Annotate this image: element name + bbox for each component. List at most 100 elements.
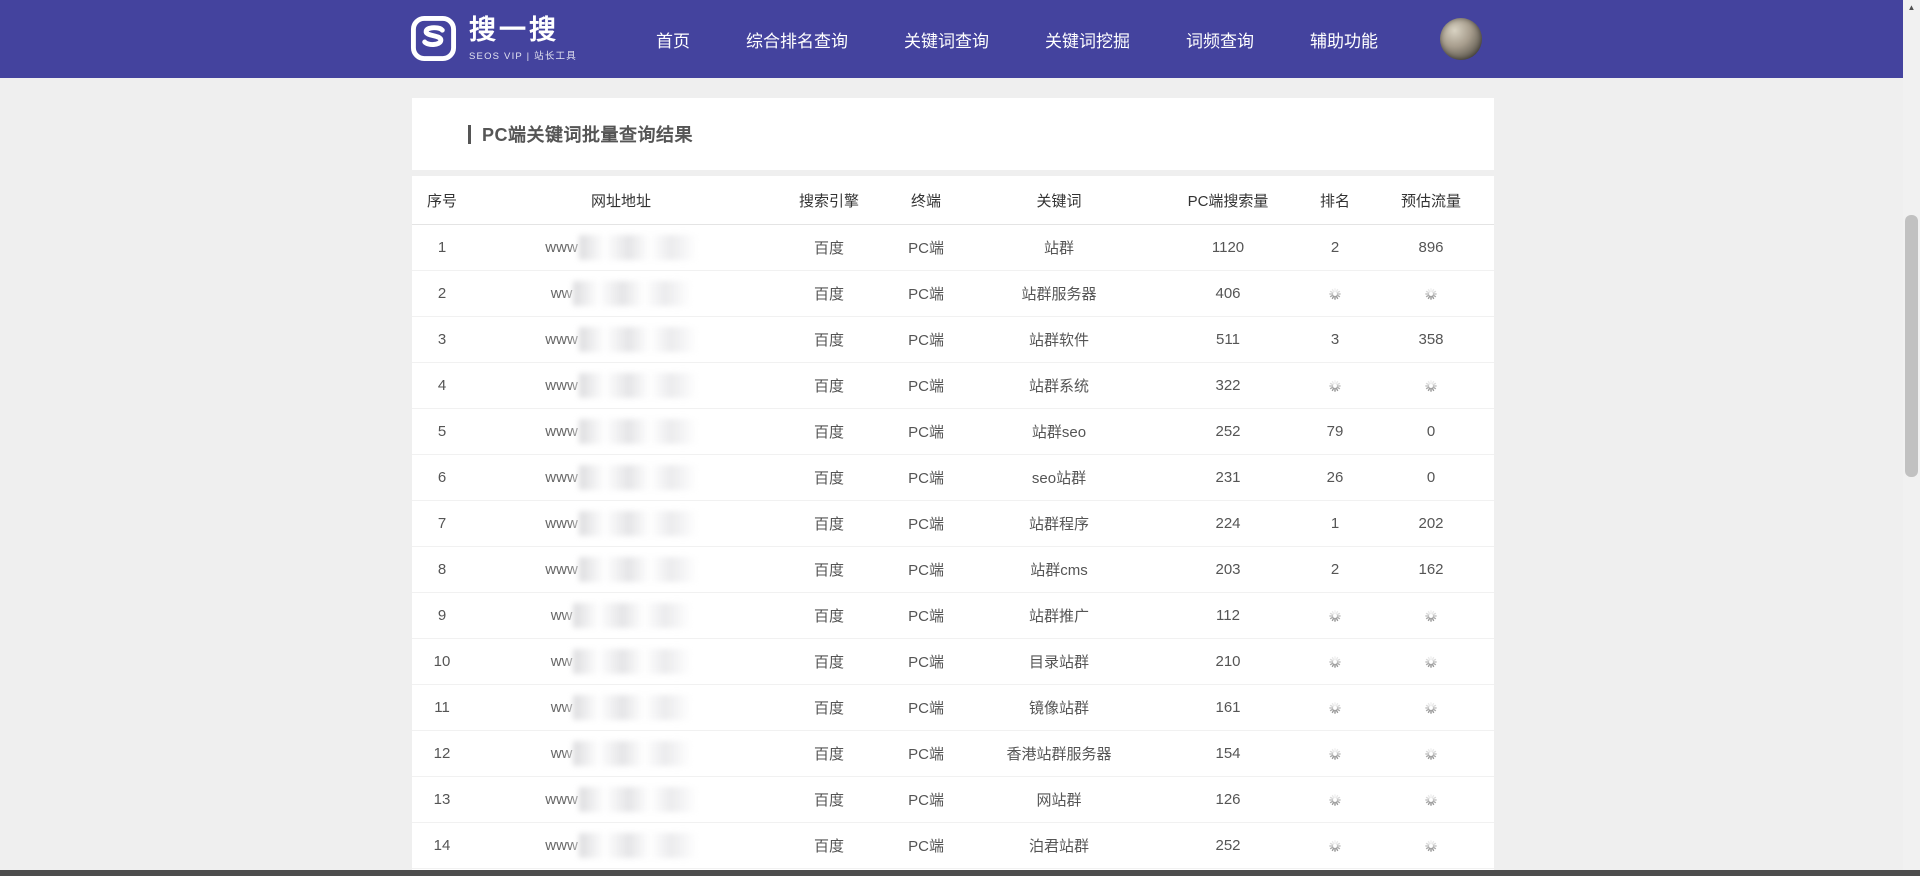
cell-url: www	[472, 822, 771, 869]
url-prefix-text: ww	[550, 745, 573, 762]
cell-url: www	[472, 316, 771, 363]
cell-rank: 79	[1302, 408, 1369, 455]
cell-device: PC端	[888, 592, 965, 639]
nav-item-auxiliary-functions[interactable]: 辅助功能	[1310, 27, 1378, 52]
table-row: 13 www 百度 PC端 网站群 126	[412, 776, 1494, 823]
redacted-url-blur	[578, 557, 697, 582]
cell-index: 6	[412, 454, 473, 501]
redacted-url-blur	[578, 787, 697, 812]
redacted-url-blur	[578, 465, 697, 490]
nav-item-keyword-query[interactable]: 关键词查询	[904, 27, 989, 52]
site-logo[interactable]: 搜一搜 SEOS VIP | 站长工具	[410, 15, 577, 62]
cell-rank: 3	[1302, 316, 1369, 363]
scrollbar-up-arrow-icon[interactable]: ▲	[1903, 2, 1920, 14]
cell-traffic	[1368, 362, 1494, 409]
cell-volume: 1120	[1154, 224, 1303, 271]
scrollbar-thumb[interactable]	[1905, 215, 1918, 477]
cell-traffic: 896	[1368, 224, 1494, 271]
table-row: 14 www 百度 PC端 泊君站群 252	[412, 822, 1494, 869]
loading-spinner-icon	[1329, 288, 1341, 300]
cell-url: ww	[472, 638, 771, 685]
url-prefix-text: ww	[550, 285, 573, 302]
cell-url: ww	[472, 684, 771, 731]
table-row: 7 www 百度 PC端 站群程序 224 1 202	[412, 500, 1494, 547]
loading-spinner-icon	[1425, 794, 1437, 806]
cell-volume: 126	[1154, 776, 1303, 823]
cell-keyword: seo站群	[964, 454, 1154, 501]
url-prefix-text: www	[545, 791, 578, 808]
nav-item-composite-rank-query[interactable]: 综合排名查询	[746, 27, 848, 52]
cell-device: PC端	[888, 362, 965, 409]
page-scrollbar[interactable]: ▲	[1903, 0, 1920, 876]
cell-index: 8	[412, 546, 473, 593]
url-prefix-text: www	[545, 331, 578, 348]
loading-spinner-icon	[1329, 702, 1341, 714]
redacted-url-blur	[573, 649, 692, 674]
cell-volume: 112	[1154, 592, 1303, 639]
cell-index: 11	[412, 684, 473, 731]
url-prefix-text: ww	[550, 653, 573, 670]
loading-spinner-icon	[1425, 656, 1437, 668]
cell-device: PC端	[888, 638, 965, 685]
cell-volume: 252	[1154, 408, 1303, 455]
url-prefix-text: www	[545, 377, 578, 394]
cell-volume: 231	[1154, 454, 1303, 501]
loading-spinner-icon	[1425, 380, 1437, 392]
cell-rank	[1302, 592, 1369, 639]
cell-engine: 百度	[770, 224, 889, 271]
cell-traffic: 162	[1368, 546, 1494, 593]
cell-index: 3	[412, 316, 473, 363]
nav-item-keyword-mining[interactable]: 关键词挖掘	[1045, 27, 1130, 52]
cell-index: 12	[412, 730, 473, 777]
cell-keyword: 站群seo	[964, 408, 1154, 455]
loading-spinner-icon	[1329, 840, 1341, 852]
cell-volume: 154	[1154, 730, 1303, 777]
cell-url: ww	[472, 270, 771, 317]
cell-engine: 百度	[770, 684, 889, 731]
s-logo-icon	[410, 15, 457, 62]
url-prefix-text: www	[545, 561, 578, 578]
cell-index: 4	[412, 362, 473, 409]
col-header-rank: 排名	[1302, 176, 1369, 225]
nav-item-home[interactable]: 首页	[656, 27, 690, 52]
redacted-url-blur	[573, 281, 692, 306]
cell-keyword: 目录站群	[964, 638, 1154, 685]
redacted-url-blur	[573, 741, 692, 766]
cell-url: www	[472, 408, 771, 455]
user-avatar[interactable]	[1440, 18, 1482, 60]
cell-keyword: 站群软件	[964, 316, 1154, 363]
cell-volume: 203	[1154, 546, 1303, 593]
cell-engine: 百度	[770, 822, 889, 869]
col-header-pc-search-volume: PC端搜索量	[1154, 176, 1303, 225]
logo-text: 搜一搜 SEOS VIP | 站长工具	[469, 15, 577, 62]
cell-keyword: 站群推广	[964, 592, 1154, 639]
loading-spinner-icon	[1425, 610, 1437, 622]
cell-engine: 百度	[770, 638, 889, 685]
loading-spinner-icon	[1329, 794, 1341, 806]
col-header-engine: 搜索引擎	[770, 176, 889, 225]
cell-traffic: 0	[1368, 454, 1494, 501]
table-row: 8 www 百度 PC端 站群cms 203 2 162	[412, 546, 1494, 593]
cell-traffic	[1368, 270, 1494, 317]
cell-device: PC端	[888, 500, 965, 547]
cell-traffic: 358	[1368, 316, 1494, 363]
cell-device: PC端	[888, 316, 965, 363]
table-row: 9 ww 百度 PC端 站群推广 112	[412, 592, 1494, 639]
cell-url: www	[472, 224, 771, 271]
redacted-url-blur	[578, 327, 697, 352]
table-row: 1 www 百度 PC端 站群 1120 2 896	[412, 224, 1494, 271]
cell-engine: 百度	[770, 730, 889, 777]
loading-spinner-icon	[1425, 288, 1437, 300]
cell-volume: 322	[1154, 362, 1303, 409]
title-accent-bar	[468, 124, 471, 144]
cell-traffic	[1368, 730, 1494, 777]
cell-rank: 26	[1302, 454, 1369, 501]
cell-engine: 百度	[770, 776, 889, 823]
cell-device: PC端	[888, 224, 965, 271]
cell-url: www	[472, 776, 771, 823]
nav-item-word-frequency-query[interactable]: 词频查询	[1186, 27, 1254, 52]
url-prefix-text: www	[545, 423, 578, 440]
cell-volume: 406	[1154, 270, 1303, 317]
loading-spinner-icon	[1425, 702, 1437, 714]
url-prefix-text: ww	[550, 607, 573, 624]
